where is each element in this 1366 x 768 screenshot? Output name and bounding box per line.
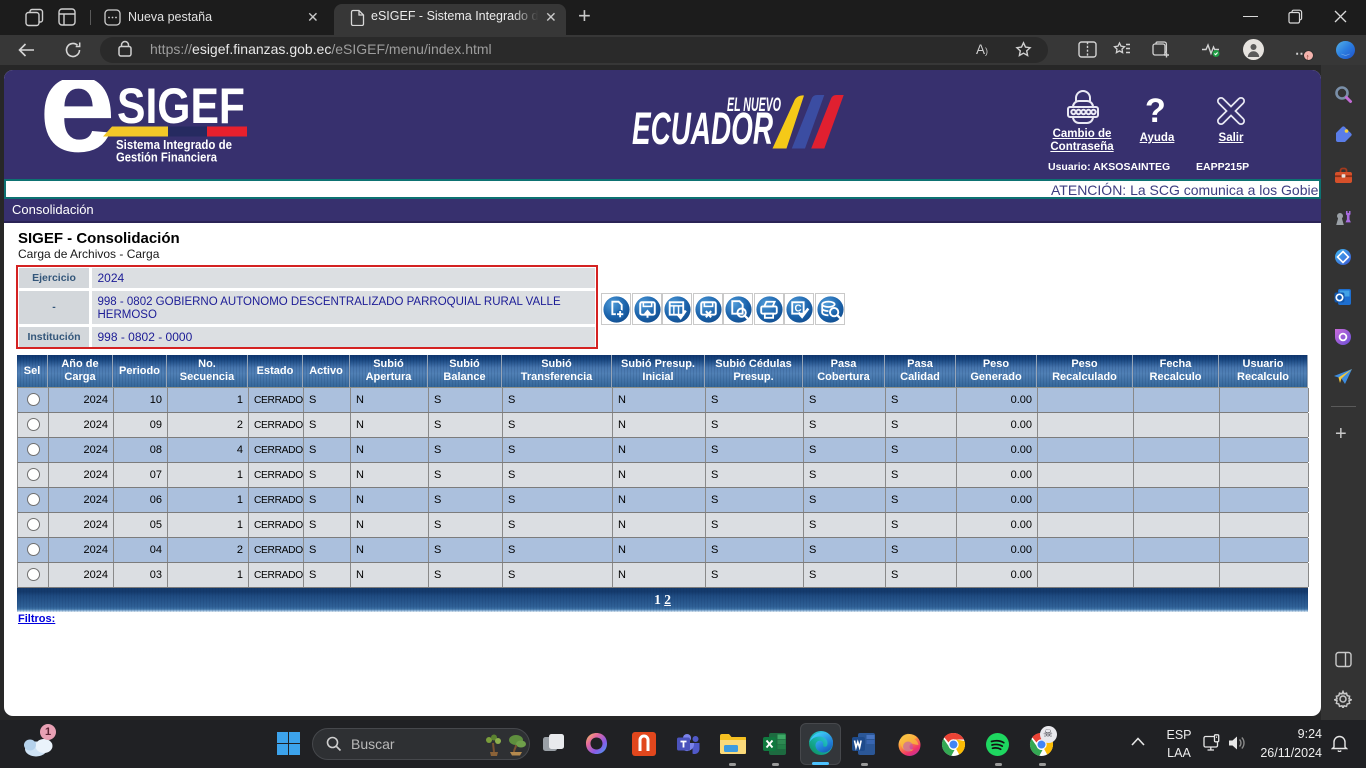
svg-text:ECUADOR: ECUADOR: [632, 103, 773, 150]
svg-text:Gestión Financiera: Gestión Financiera: [116, 151, 218, 165]
svg-text:C: C: [794, 303, 801, 314]
svg-text:e: e: [39, 80, 116, 175]
svg-text:SIGEF: SIGEF: [117, 80, 245, 134]
